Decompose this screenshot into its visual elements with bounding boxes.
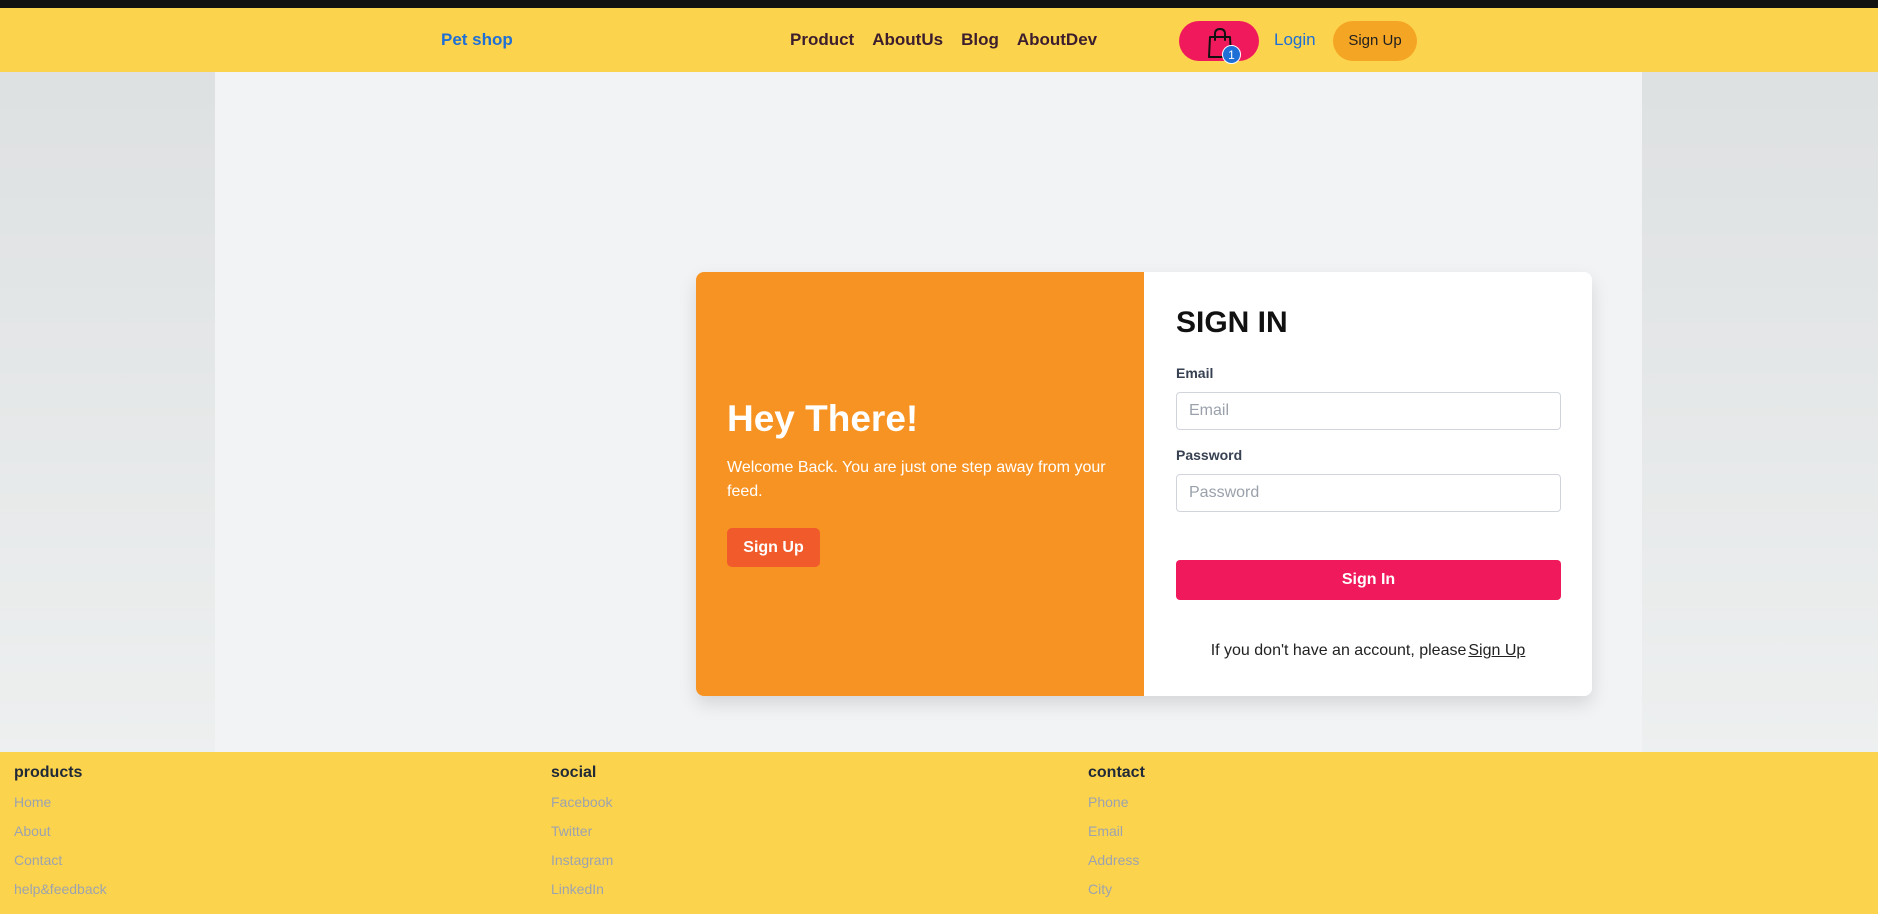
cart-count-badge: 1 bbox=[1222, 45, 1241, 64]
footer-link-phone[interactable]: Phone bbox=[1088, 793, 1145, 822]
welcome-panel: Hey There! Welcome Back. You are just on… bbox=[696, 272, 1144, 696]
footer: products Home About Contact help&feedbac… bbox=[0, 752, 1878, 914]
signin-button[interactable]: Sign In bbox=[1176, 560, 1561, 600]
nav-aboutdev[interactable]: AboutDev bbox=[1017, 30, 1097, 50]
password-label: Password bbox=[1176, 447, 1243, 463]
welcome-title: Hey There! bbox=[727, 398, 919, 439]
footer-link-about[interactable]: About bbox=[14, 822, 107, 851]
login-link[interactable]: Login bbox=[1274, 30, 1316, 50]
nav-product[interactable]: Product bbox=[790, 30, 854, 50]
nav-links: Product AboutUs Blog AboutDev bbox=[790, 30, 1097, 50]
welcome-signup-button[interactable]: Sign Up bbox=[727, 528, 820, 567]
password-field[interactable] bbox=[1176, 474, 1561, 512]
footer-heading: social bbox=[551, 764, 597, 781]
footer-link-city[interactable]: City bbox=[1088, 880, 1145, 909]
footer-link-address[interactable]: Address bbox=[1088, 851, 1145, 880]
nav-blog[interactable]: Blog bbox=[961, 30, 999, 50]
footer-link-email[interactable]: Email bbox=[1088, 822, 1145, 851]
footer-link-help-feedback[interactable]: help&feedback bbox=[14, 880, 107, 909]
main-panel: Hey There! Welcome Back. You are just on… bbox=[215, 72, 1642, 752]
footer-col-products: products Home About Contact help&feedbac… bbox=[14, 764, 107, 909]
footer-link-contact[interactable]: Contact bbox=[14, 851, 107, 880]
nav-aboutus[interactable]: AboutUs bbox=[872, 30, 943, 50]
footer-link-linkedin[interactable]: LinkedIn bbox=[551, 880, 613, 909]
footer-heading: contact bbox=[1088, 764, 1145, 781]
signin-form: SIGN IN Email Password Sign In If you do… bbox=[1144, 272, 1592, 696]
top-strip bbox=[0, 0, 1878, 8]
signin-card: Hey There! Welcome Back. You are just on… bbox=[696, 272, 1592, 696]
welcome-text: Welcome Back. You are just one step away… bbox=[727, 459, 1106, 500]
nav-signup-button[interactable]: Sign Up bbox=[1333, 21, 1417, 61]
footer-link-twitter[interactable]: Twitter bbox=[551, 822, 613, 851]
navbar: Pet shop Product AboutUs Blog AboutDev 1… bbox=[0, 8, 1878, 72]
email-label: Email bbox=[1176, 365, 1214, 381]
signup-link[interactable]: Sign Up bbox=[1468, 642, 1525, 659]
footer-link-home[interactable]: Home bbox=[14, 793, 107, 822]
footer-link-instagram[interactable]: Instagram bbox=[551, 851, 613, 880]
cart-button[interactable]: 1 bbox=[1179, 21, 1259, 64]
signup-prompt-text: If you don't have an account, please bbox=[1210, 642, 1467, 659]
signin-title: SIGN IN bbox=[1176, 306, 1288, 339]
footer-heading: products bbox=[14, 764, 83, 781]
brand-link[interactable]: Pet shop bbox=[441, 30, 513, 50]
footer-col-social: social Facebook Twitter Instagram Linked… bbox=[551, 764, 613, 909]
footer-link-facebook[interactable]: Facebook bbox=[551, 793, 613, 822]
email-field[interactable] bbox=[1176, 392, 1561, 430]
footer-col-contact: contact Phone Email Address City bbox=[1088, 764, 1145, 909]
signup-prompt: If you don't have an account, please Sign… bbox=[1144, 642, 1592, 660]
